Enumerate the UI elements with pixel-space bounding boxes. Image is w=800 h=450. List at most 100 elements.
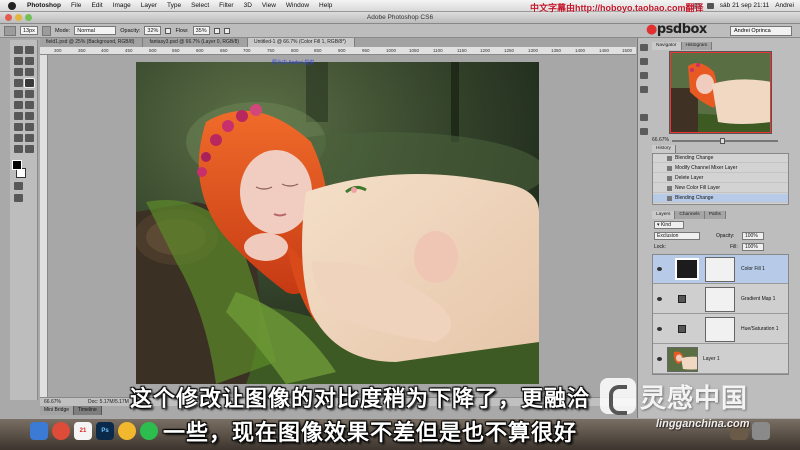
workspace-select[interactable]: Andrei Oprinca (730, 26, 792, 36)
brush-panel-icon[interactable] (640, 114, 648, 121)
menu-view[interactable]: View (257, 2, 281, 9)
pen-tool-icon[interactable] (14, 123, 23, 131)
apple-icon[interactable] (8, 1, 16, 10)
artwork-canvas[interactable] (136, 62, 539, 384)
visibility-eye-icon[interactable] (657, 267, 662, 271)
spotify-icon[interactable] (140, 422, 158, 440)
menubar-clock[interactable]: sáb 21 sep 21:11 (720, 2, 769, 9)
layer-row-hue-saturation[interactable]: Hue/Saturation 1 (653, 315, 788, 344)
blend-mode-select[interactable]: Exclusion (654, 232, 700, 240)
visibility-eye-icon[interactable] (657, 327, 662, 331)
history-item-current[interactable]: Blending Change (653, 194, 788, 203)
navigator-view-box[interactable] (670, 52, 771, 133)
shape-tool-icon[interactable] (25, 134, 34, 142)
history-item[interactable]: New Color Fill Layer (653, 184, 788, 193)
menu-window[interactable]: Window (281, 2, 314, 9)
layer-name[interactable]: Gradient Map 1 (741, 296, 775, 302)
mode-select[interactable]: Normal (74, 26, 117, 35)
menu-file[interactable]: File (66, 2, 86, 9)
character-panel-icon[interactable] (640, 128, 648, 135)
healing-tool-icon[interactable] (14, 79, 23, 87)
brush-size-field[interactable]: 13px (20, 26, 38, 35)
color-panel-icon[interactable] (640, 44, 648, 51)
zoom-tool-icon[interactable] (25, 145, 34, 153)
tab-timeline[interactable]: Timeline (74, 406, 102, 415)
clone-stamp-tool-icon[interactable] (14, 90, 23, 98)
layer-opacity-field[interactable]: 100% (742, 232, 764, 240)
vertical-ruler[interactable] (40, 55, 48, 403)
tab-channels[interactable]: Channels (675, 211, 705, 219)
eraser-tool-icon[interactable] (14, 101, 23, 109)
lasso-tool-icon[interactable] (14, 57, 23, 65)
layer-row-color-fill[interactable]: Color Fill 1 (653, 255, 788, 284)
navigator-preview[interactable] (669, 51, 772, 134)
navigator-zoom-slider[interactable] (672, 140, 778, 142)
finder-icon[interactable] (30, 422, 48, 440)
path-select-tool-icon[interactable] (14, 134, 23, 142)
visibility-eye-icon[interactable] (657, 297, 662, 301)
layer-row-layer-1[interactable]: Layer 1 (653, 345, 788, 374)
quick-mask-icon[interactable] (14, 182, 23, 190)
size-pressure-icon[interactable] (223, 27, 230, 34)
photo-layer-thumbnail[interactable] (667, 347, 698, 372)
history-item[interactable]: Delete Layer (653, 174, 788, 183)
eyedropper-tool-icon[interactable] (25, 68, 34, 76)
menu-image[interactable]: Image (108, 2, 136, 9)
brush-panel-icon[interactable] (41, 25, 51, 36)
history-item[interactable]: Blending Change (653, 154, 788, 163)
marquee-tool-icon[interactable] (25, 46, 34, 54)
doc-tab-untitled1[interactable]: Untitled-1 @ 66.7% (Color Fill 1, RGB/8*… (248, 38, 355, 47)
layer-row-gradient-map[interactable]: Gradient Map 1 (653, 285, 788, 314)
styles-panel-icon[interactable] (640, 86, 648, 93)
history-brush-tool-icon[interactable] (25, 90, 34, 98)
layer-mask-thumbnail[interactable] (705, 257, 735, 282)
crop-tool-icon[interactable] (14, 68, 23, 76)
menu-select[interactable]: Select (186, 2, 214, 9)
tab-navigator[interactable]: Navigator (652, 42, 682, 50)
doc-tab-field1[interactable]: field1.psd @ 25% (Background, RGB/8) (40, 38, 144, 47)
type-tool-icon[interactable] (25, 123, 34, 131)
adjustments-panel-icon[interactable] (640, 72, 648, 79)
gradient-tool-icon[interactable] (25, 101, 34, 109)
color-fill-thumbnail[interactable] (675, 258, 699, 280)
airbrush-icon[interactable] (213, 27, 220, 34)
menu-filter[interactable]: Filter (214, 2, 238, 9)
calendar-icon[interactable]: 21 (74, 422, 92, 440)
tab-history[interactable]: History (652, 145, 676, 153)
layer-fill-field[interactable]: 100% (742, 243, 764, 251)
menu-layer[interactable]: Layer (136, 2, 162, 9)
brush-tool-icon[interactable] (25, 79, 34, 87)
trash-icon[interactable] (752, 422, 770, 440)
foreground-color-swatch[interactable] (12, 160, 22, 170)
flow-field[interactable]: 35% (192, 26, 210, 35)
layer-name[interactable]: Color Fill 1 (741, 266, 765, 272)
layer-mask-thumbnail[interactable] (705, 317, 735, 342)
menu-3d[interactable]: 3D (239, 2, 257, 9)
opacity-pressure-icon[interactable] (165, 27, 172, 34)
quick-select-tool-icon[interactable] (25, 57, 34, 65)
navigator-zoom[interactable]: 66.67% (652, 137, 669, 143)
hand-tool-icon[interactable] (14, 145, 23, 153)
layer-name[interactable]: Layer 1 (703, 356, 720, 362)
tab-layers[interactable]: Layers (652, 211, 676, 219)
menu-edit[interactable]: Edit (86, 2, 107, 9)
dodge-tool-icon[interactable] (25, 112, 34, 120)
history-item[interactable]: Modify Channel Mixer Layer (653, 164, 788, 173)
menu-app[interactable]: Photoshop (22, 2, 66, 9)
layer-kind-filter[interactable]: ▾ Kind (654, 221, 684, 229)
layer-name[interactable]: Hue/Saturation 1 (741, 326, 779, 332)
status-zoom[interactable]: 66.67% (44, 399, 61, 405)
doc-tab-fantasy3[interactable]: fantasy3.psd @ 66.7% (Layer 0, RGB/8) (143, 38, 249, 47)
navigator-zoom-knob[interactable] (720, 138, 725, 144)
screen-mode-icon[interactable] (14, 194, 23, 202)
layer-mask-thumbnail[interactable] (705, 287, 735, 312)
move-tool-icon[interactable] (14, 46, 23, 54)
opacity-field[interactable]: 32% (144, 26, 162, 35)
menu-help[interactable]: Help (314, 2, 337, 9)
app-icon[interactable] (118, 422, 136, 440)
tab-histogram[interactable]: Histogram (681, 42, 713, 50)
battery-icon[interactable] (706, 2, 714, 9)
menubar-user[interactable]: Andrei (775, 2, 794, 9)
tab-mini-bridge[interactable]: Mini Bridge (40, 406, 75, 415)
swatches-panel-icon[interactable] (640, 58, 648, 65)
